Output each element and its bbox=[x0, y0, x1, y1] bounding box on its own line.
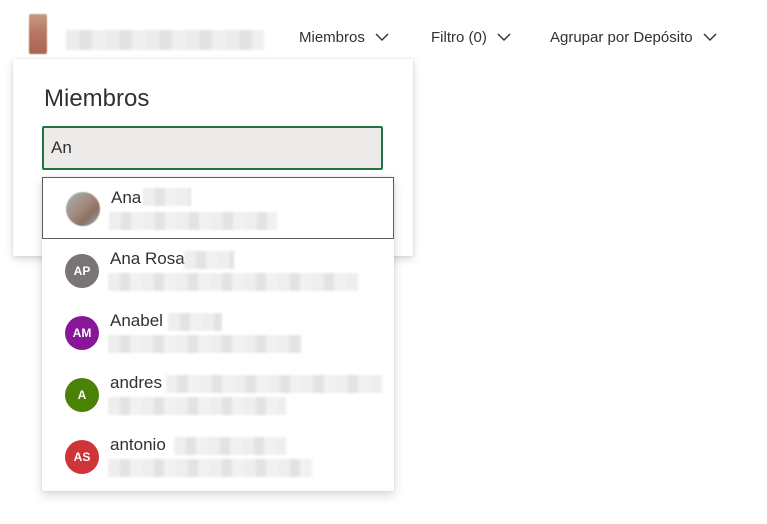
chevron-down-icon bbox=[497, 33, 511, 41]
suggestion-name: Ana bbox=[111, 188, 142, 207]
suggestion-name: Anabel bbox=[110, 311, 163, 330]
redacted-surname bbox=[184, 251, 234, 269]
avatar bbox=[66, 192, 100, 226]
suggestion-name: andres bbox=[110, 373, 162, 392]
chevron-down-icon bbox=[703, 33, 717, 41]
filter-menu-button[interactable]: Filtro (0) bbox=[431, 26, 511, 48]
avatar: AS bbox=[65, 440, 99, 474]
group-by-menu-label: Agrupar por Depósito bbox=[550, 28, 693, 46]
member-search-input[interactable] bbox=[44, 128, 371, 168]
chevron-down-icon bbox=[375, 33, 389, 41]
user-avatar[interactable] bbox=[29, 14, 47, 54]
redacted-surname bbox=[174, 437, 286, 455]
suggestion-name: antonio bbox=[110, 435, 166, 454]
avatar: AM bbox=[65, 316, 99, 350]
suggestion-item[interactable]: Ana bbox=[42, 177, 394, 239]
filter-menu-label: Filtro (0) bbox=[431, 28, 487, 46]
redacted-email bbox=[108, 397, 286, 415]
avatar: A bbox=[65, 378, 99, 412]
suggestion-item[interactable]: AM Anabel bbox=[42, 301, 394, 363]
redacted-surname bbox=[168, 313, 222, 331]
redacted-email bbox=[108, 335, 302, 353]
redacted-email bbox=[108, 459, 312, 477]
redacted-email bbox=[109, 212, 277, 230]
members-menu-button[interactable]: Miembros bbox=[299, 26, 389, 48]
redacted-email bbox=[108, 273, 358, 291]
suggestion-name: Ana Rosa bbox=[110, 249, 185, 268]
group-by-menu-button[interactable]: Agrupar por Depósito bbox=[550, 26, 717, 48]
member-search-box[interactable] bbox=[42, 126, 383, 170]
member-suggestions-list: Ana AP Ana Rosa AM Anabel A andres AS an… bbox=[42, 177, 394, 491]
suggestion-item[interactable]: A andres bbox=[42, 363, 394, 425]
user-name-redacted bbox=[66, 30, 264, 50]
members-menu-label: Miembros bbox=[299, 28, 365, 46]
panel-title: Miembros bbox=[44, 85, 150, 112]
top-bar: Miembros Filtro (0) Agrupar por Depósito bbox=[0, 0, 767, 60]
redacted-surname bbox=[143, 188, 191, 206]
avatar: AP bbox=[65, 254, 99, 288]
suggestion-item[interactable]: AP Ana Rosa bbox=[42, 239, 394, 301]
redacted-surname bbox=[166, 375, 382, 393]
suggestion-item[interactable]: AS antonio bbox=[42, 425, 394, 487]
